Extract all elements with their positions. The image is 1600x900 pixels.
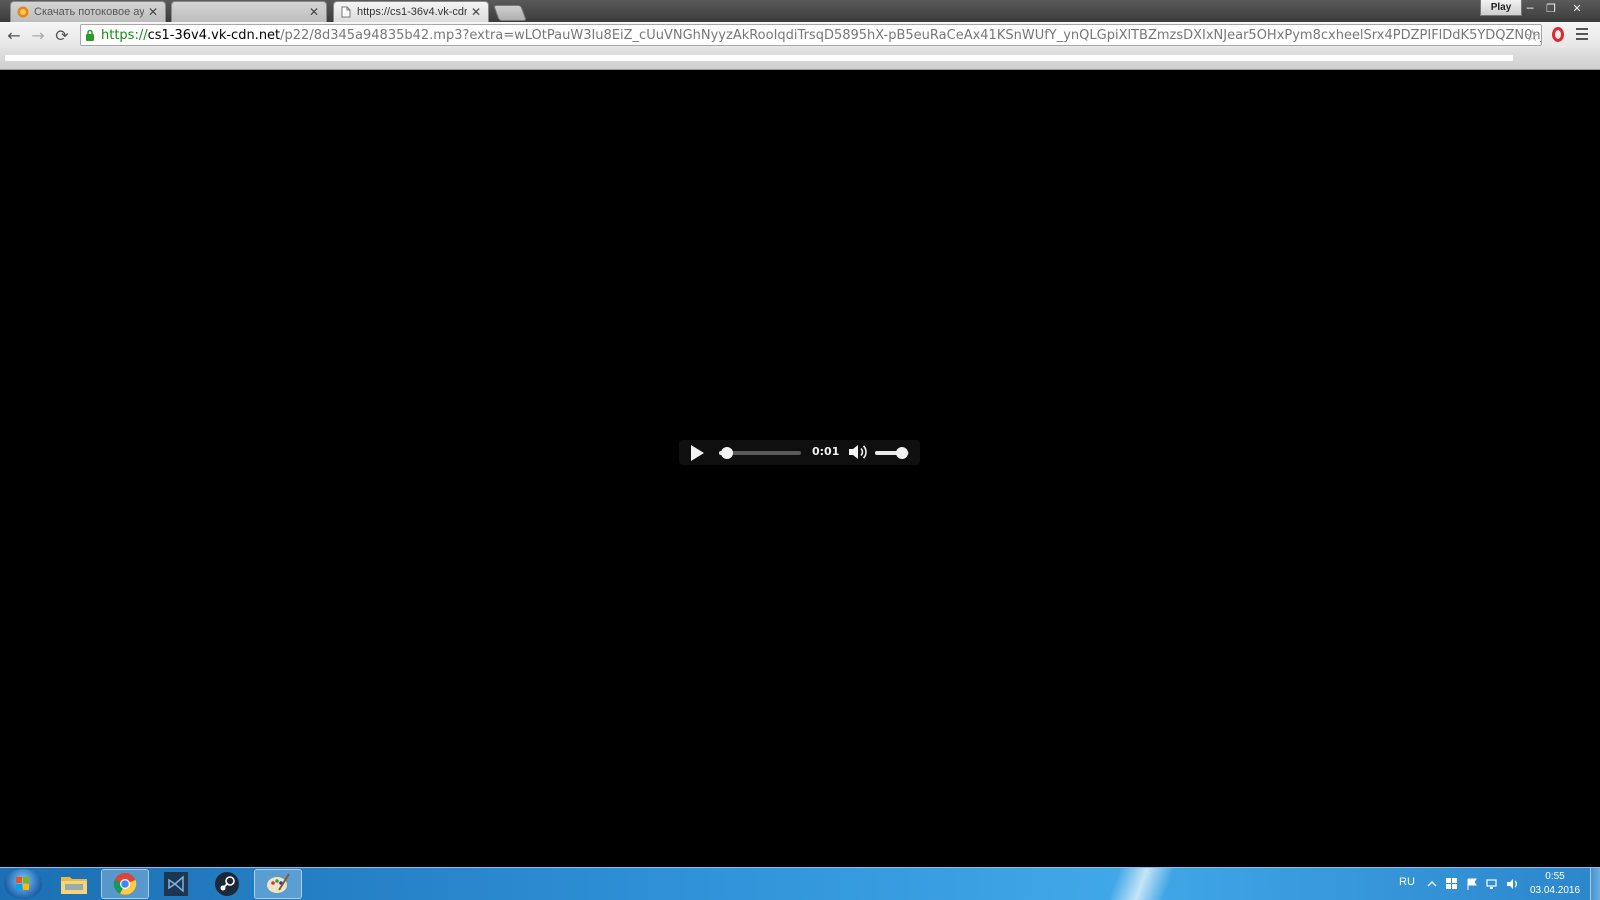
start-button[interactable]	[4, 869, 42, 899]
chrome-taskbar-button[interactable]	[101, 869, 149, 899]
url-host: cs1-36v4.vk-cdn.net	[147, 27, 281, 43]
close-tab-icon[interactable]: ✕	[147, 5, 159, 19]
show-desktop-button[interactable]	[1590, 868, 1600, 900]
minimize-button[interactable]: ─	[1519, 0, 1541, 16]
page-icon	[341, 6, 351, 18]
opera-extension-icon[interactable]	[1552, 27, 1564, 42]
speaker-icon[interactable]	[1506, 878, 1518, 890]
bookmarks-bar	[0, 48, 1600, 70]
tab-vk-cdn-audio[interactable]: https://cs1-36v4.vk-cdn.ne ✕	[333, 1, 489, 22]
bookmark-star-icon[interactable]: ☆	[1525, 26, 1539, 45]
address-bar[interactable]: https://cs1-36v4.vk-cdn.net/p22/8d345a94…	[80, 24, 1542, 46]
clock-date: 03.04.2016	[1529, 885, 1581, 896]
paint-button[interactable]	[254, 869, 302, 899]
visual-studio-button[interactable]	[152, 869, 200, 899]
tab-strip: Скачать потоковое ауди ✕ ✕ https://cs1-3…	[0, 0, 1600, 22]
taskbar-glow	[1060, 868, 1220, 900]
steam-icon	[215, 872, 239, 896]
close-tab-icon[interactable]: ✕	[470, 5, 482, 19]
tab-blank[interactable]: ✕	[171, 1, 327, 22]
explorer-icon	[61, 877, 87, 894]
back-button[interactable]: ←	[4, 25, 24, 45]
volume-handle[interactable]	[896, 447, 909, 459]
steam-button[interactable]	[203, 869, 251, 899]
show-hidden-icons-icon[interactable]	[1426, 878, 1438, 890]
windows-logo-icon	[16, 877, 29, 890]
reload-button[interactable]: ⟳	[52, 25, 72, 45]
restore-button[interactable]: ❐	[1540, 0, 1562, 16]
lock-icon	[86, 29, 94, 41]
windows-tray-icon[interactable]	[1446, 878, 1458, 890]
network-icon[interactable]	[1486, 878, 1498, 890]
language-indicator[interactable]: RU	[1399, 876, 1415, 888]
visual-studio-icon	[164, 872, 188, 896]
tab-streaming-audio[interactable]: Скачать потоковое ауди ✕	[10, 1, 166, 22]
action-center-flag-icon[interactable]	[1466, 878, 1478, 890]
tab-title: Скачать потоковое ауди	[34, 6, 144, 18]
forward-button[interactable]: →	[28, 25, 48, 45]
volume-icon[interactable]	[847, 443, 869, 461]
close-tab-icon[interactable]: ✕	[308, 5, 320, 19]
tab-title: https://cs1-36v4.vk-cdn.ne	[357, 6, 467, 18]
volume-slider[interactable]	[875, 447, 909, 459]
audio-player: 0:01	[679, 440, 920, 465]
seek-bar[interactable]	[719, 447, 801, 459]
close-window-button[interactable]: ✕	[1566, 0, 1588, 16]
clock-time: 0:55	[1545, 871, 1565, 882]
url-scheme: https://	[101, 27, 148, 43]
browser-toolbar: ← → ⟳ https://cs1-36v4.vk-cdn.net/p22/8d…	[0, 22, 1600, 48]
window-label: Play	[1480, 0, 1522, 16]
explorer-button[interactable]	[50, 869, 98, 899]
paint-icon	[267, 873, 290, 893]
media-viewport	[0, 70, 1600, 867]
seek-handle[interactable]	[721, 447, 734, 459]
firefox-fox-icon	[17, 6, 29, 18]
current-time: 0:01	[812, 445, 840, 458]
new-tab-button[interactable]	[493, 5, 527, 21]
bookmarks-bar-strip	[5, 55, 1513, 61]
url-path: /p22/8d345a94835b42.mp3?extra=wLOtPauW3I…	[280, 27, 1542, 43]
clock[interactable]: 0:55 03.04.2016	[1520, 870, 1590, 898]
windows-taskbar: RU 0:55 03.04.2016	[0, 867, 1600, 900]
play-button[interactable]	[691, 445, 704, 461]
chrome-icon	[113, 873, 137, 895]
menu-icon[interactable]	[1576, 28, 1588, 43]
